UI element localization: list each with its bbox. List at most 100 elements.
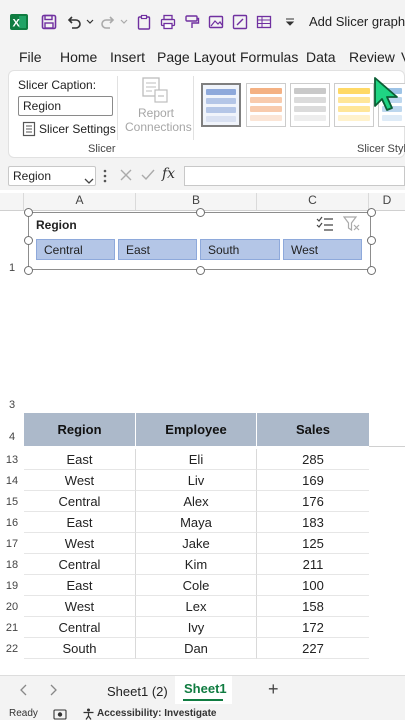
table-cell-sales[interactable]: 169	[257, 470, 369, 491]
redo-icon[interactable]	[98, 10, 118, 34]
clear-filter-icon[interactable]	[342, 216, 361, 232]
table-cell-employee[interactable]: Dan	[136, 638, 257, 659]
table-cell-sales[interactable]: 285	[257, 449, 369, 470]
table-cell-region[interactable]: East	[24, 512, 136, 533]
menu-review[interactable]: Review	[349, 49, 395, 65]
sheet-tab-sheet1[interactable]: Sheet1	[184, 681, 227, 696]
print-icon[interactable]	[158, 10, 178, 34]
column-header-d[interactable]: D	[369, 193, 405, 210]
menu-formulas[interactable]: Formulas	[240, 49, 298, 65]
name-box-dropdown-icon[interactable]	[84, 172, 94, 184]
accessibility-status[interactable]: Accessibility: Investigate	[97, 708, 217, 719]
select-all-corner[interactable]	[0, 193, 24, 210]
row-header[interactable]: 16	[0, 517, 24, 529]
table-cell-region[interactable]: East	[24, 575, 136, 596]
slicer-style-swatch[interactable]	[290, 83, 330, 127]
slicer-caption-input[interactable]: Region	[18, 96, 113, 116]
resize-handle[interactable]	[24, 266, 33, 275]
table-cell-sales[interactable]: 172	[257, 617, 369, 638]
add-sheet-button[interactable]: +	[268, 679, 279, 700]
row-header[interactable]: 13	[0, 454, 24, 466]
slicer-item-central[interactable]: Central	[36, 239, 115, 260]
slicer-item-east[interactable]: East	[118, 239, 197, 260]
table-cell-employee[interactable]: Kim	[136, 554, 257, 575]
table-cell-employee[interactable]: Cole	[136, 575, 257, 596]
menu-view[interactable]: V	[401, 49, 405, 65]
table-cell-employee[interactable]: Jake	[136, 533, 257, 554]
row-header-4[interactable]: 4	[0, 431, 24, 443]
table-cell-sales[interactable]: 211	[257, 554, 369, 575]
paste-icon[interactable]	[134, 10, 154, 34]
table-cell-region[interactable]: Central	[24, 617, 136, 638]
table-cell-sales[interactable]: 125	[257, 533, 369, 554]
row-header-1[interactable]: 1	[0, 262, 24, 274]
format-painter-icon[interactable]	[182, 10, 202, 34]
menu-page-layout[interactable]: Page Layout	[157, 49, 236, 65]
edit-form-icon[interactable]	[230, 10, 250, 34]
row-header[interactable]: 17	[0, 538, 24, 550]
row-header[interactable]: 14	[0, 475, 24, 487]
table-cell-employee[interactable]: Liv	[136, 470, 257, 491]
slicer-settings-button[interactable]: Slicer Settings	[39, 122, 116, 136]
table-header-sales[interactable]: Sales	[257, 413, 369, 446]
resize-handle[interactable]	[367, 208, 376, 217]
table-cell-employee[interactable]: Ivy	[136, 617, 257, 638]
redo-dropdown-icon[interactable]	[118, 10, 130, 34]
next-sheet-icon[interactable]	[49, 683, 59, 696]
sheet-tab-sheet1-2[interactable]: Sheet1 (2)	[107, 684, 168, 699]
resize-handle[interactable]	[367, 266, 376, 275]
column-header-a[interactable]: A	[24, 193, 136, 210]
table-cell-region[interactable]: West	[24, 470, 136, 491]
table-cell-employee[interactable]: Lex	[136, 596, 257, 617]
menu-data[interactable]: Data	[306, 49, 336, 65]
name-box[interactable]: Region	[8, 166, 96, 186]
slicer-item-west[interactable]: West	[283, 239, 362, 260]
undo-dropdown-icon[interactable]	[84, 10, 96, 34]
resize-handle[interactable]	[24, 208, 33, 217]
menu-home[interactable]: Home	[60, 49, 97, 65]
table-cell-region[interactable]: West	[24, 596, 136, 617]
cancel-icon[interactable]	[119, 168, 133, 182]
row-header-3[interactable]: 3	[0, 399, 24, 411]
resize-handle[interactable]	[196, 208, 205, 217]
resize-handle[interactable]	[24, 236, 33, 245]
image-icon[interactable]	[206, 10, 226, 34]
row-header[interactable]: 19	[0, 580, 24, 592]
table-cell-region[interactable]: East	[24, 449, 136, 470]
more-options-icon[interactable]	[103, 168, 107, 184]
multi-select-icon[interactable]	[316, 216, 334, 232]
undo-icon[interactable]	[64, 10, 84, 34]
row-header[interactable]: 18	[0, 559, 24, 571]
row-header[interactable]: 15	[0, 496, 24, 508]
resize-handle[interactable]	[367, 236, 376, 245]
menu-insert[interactable]: Insert	[110, 49, 145, 65]
enter-icon[interactable]	[140, 168, 156, 182]
accessibility-icon[interactable]	[82, 707, 95, 720]
table-header-region[interactable]: Region	[24, 413, 136, 446]
menu-file[interactable]: File	[19, 49, 42, 65]
row-header[interactable]: 22	[0, 643, 24, 655]
row-header[interactable]: 20	[0, 601, 24, 613]
table-cell-sales[interactable]: 227	[257, 638, 369, 659]
insert-function-button[interactable]: fx	[162, 166, 175, 182]
table-cell-sales[interactable]: 100	[257, 575, 369, 596]
table-header-employee[interactable]: Employee	[136, 413, 257, 446]
table-cell-region[interactable]: Central	[24, 491, 136, 512]
customize-qat-icon[interactable]	[282, 10, 298, 34]
formula-input[interactable]	[184, 166, 405, 186]
table-cell-sales[interactable]: 176	[257, 491, 369, 512]
report-connections-label-1[interactable]: Report	[138, 106, 174, 120]
table-cell-region[interactable]: Central	[24, 554, 136, 575]
table-icon[interactable]	[254, 10, 274, 34]
table-cell-sales[interactable]: 158	[257, 596, 369, 617]
macro-recorder-icon[interactable]	[53, 707, 67, 720]
table-cell-region[interactable]: South	[24, 638, 136, 659]
row-header[interactable]: 21	[0, 622, 24, 634]
slicer-style-swatch[interactable]	[201, 83, 241, 127]
column-header-b[interactable]: B	[136, 193, 257, 210]
report-connections-label-2[interactable]: Connections	[125, 120, 192, 134]
table-cell-employee[interactable]: Maya	[136, 512, 257, 533]
prev-sheet-icon[interactable]	[20, 683, 30, 696]
table-cell-employee[interactable]: Alex	[136, 491, 257, 512]
table-resize-handle[interactable]	[364, 668, 370, 681]
